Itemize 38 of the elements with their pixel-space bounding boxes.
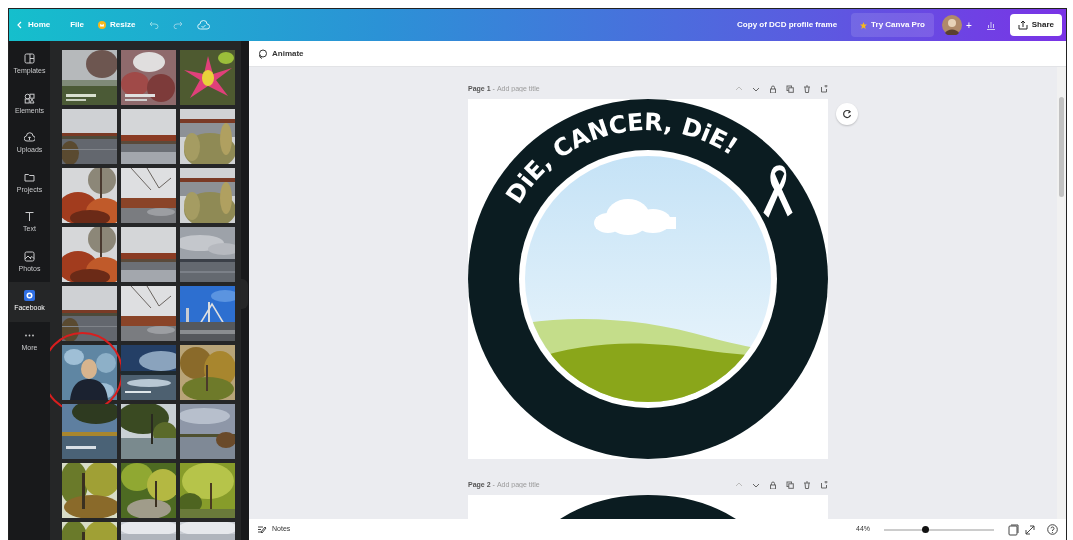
templates-icon xyxy=(24,53,35,64)
trash-icon[interactable] xyxy=(803,481,811,490)
avatar[interactable] xyxy=(941,15,962,35)
text-icon xyxy=(24,211,35,222)
fullscreen-icon[interactable] xyxy=(1025,524,1035,535)
facebook-icon xyxy=(24,290,35,301)
ribbon-icon xyxy=(761,163,795,220)
star-icon xyxy=(860,21,868,29)
lock-icon[interactable] xyxy=(769,481,777,490)
pages-icon[interactable] xyxy=(1008,523,1019,536)
add-page-icon[interactable] xyxy=(820,481,828,490)
add-member-button[interactable]: + xyxy=(965,17,972,33)
help-icon[interactable] xyxy=(1047,524,1058,535)
document-title[interactable]: Copy of DCD profile frame xyxy=(737,19,838,31)
scrollbar[interactable] xyxy=(1057,67,1066,519)
crown-icon xyxy=(98,21,106,29)
animate-icon xyxy=(257,48,267,59)
notes-icon xyxy=(257,525,267,534)
move-down-icon[interactable] xyxy=(752,481,760,490)
insights-icon[interactable] xyxy=(985,20,996,30)
upload-icon xyxy=(24,132,35,143)
try-pro-button[interactable]: Try Canva Pro xyxy=(851,13,934,37)
trash-icon[interactable] xyxy=(803,84,811,93)
copy-icon[interactable] xyxy=(786,481,794,490)
refresh-icon xyxy=(842,108,852,119)
photos-icon xyxy=(24,250,35,262)
back-chevron-icon xyxy=(17,21,22,29)
lock-icon[interactable] xyxy=(769,84,777,93)
folder-icon xyxy=(24,171,35,183)
panel-collapse-handle[interactable] xyxy=(241,279,248,309)
share-button[interactable]: Share xyxy=(1009,14,1062,36)
copy-icon[interactable] xyxy=(786,84,794,93)
elements-icon xyxy=(24,92,35,104)
upload-icon xyxy=(1017,20,1028,30)
add-page-icon[interactable] xyxy=(820,84,828,93)
zoom-slider[interactable] xyxy=(884,528,994,531)
animate-button[interactable]: Animate xyxy=(257,47,304,60)
refresh-button[interactable] xyxy=(836,102,858,125)
